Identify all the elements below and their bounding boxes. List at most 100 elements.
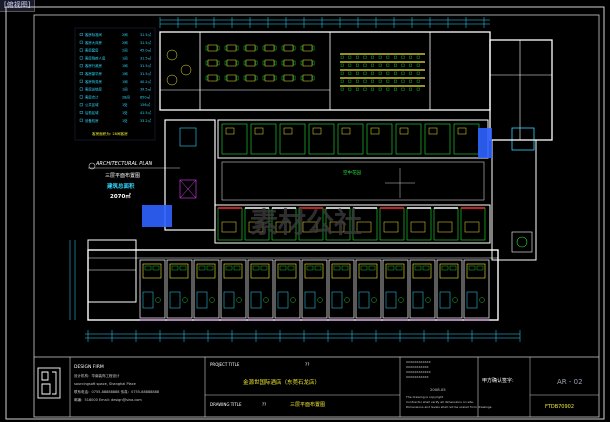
chair: [182, 297, 188, 303]
legend-row-count: 1间: [122, 55, 128, 60]
legend-swatch: [79, 87, 83, 91]
chair: [452, 297, 458, 303]
legend-row-area: 40.2㎡: [140, 79, 152, 84]
legend-swatch: [79, 110, 83, 114]
left-dimension-chain: [69, 240, 76, 320]
pillow: [206, 265, 214, 271]
chair: [255, 45, 258, 51]
area-legend: 客房标准间 2间 31.5㎡客房大床房 2间 31.5㎡客房套房 2间 45.0㎡客房残疾人…: [74, 27, 156, 141]
seat: [386, 71, 390, 75]
dining-table: [283, 59, 294, 67]
fixture: [341, 127, 351, 135]
chair: [224, 75, 227, 81]
watermark: 素材公社: [250, 206, 362, 239]
corridor-room: [217, 207, 243, 241]
seat: [348, 55, 352, 59]
chair: [293, 75, 296, 81]
seat: [386, 79, 390, 83]
chair: [243, 45, 246, 51]
seat: [401, 63, 405, 67]
chair: [224, 45, 227, 51]
legend-row-count: 1间: [122, 79, 128, 84]
seat: [416, 71, 420, 75]
dining-table: [283, 44, 294, 52]
bed: [437, 221, 453, 233]
seat: [371, 55, 374, 59]
legend-row-count: 1处: [122, 102, 128, 107]
seat: [348, 79, 352, 83]
bed: [410, 221, 426, 233]
dining-table: [207, 74, 218, 82]
pillow: [198, 265, 206, 271]
east-wing: [489, 39, 553, 261]
legend-row-name: 客房套房: [85, 48, 99, 53]
chair: [281, 75, 284, 81]
middle-service-band: [217, 119, 489, 159]
chair: [290, 297, 296, 303]
atrium-label: 空中花园: [343, 169, 361, 176]
chair: [262, 60, 265, 66]
drawing-number: FTDB70902: [545, 404, 574, 410]
pillow: [252, 265, 260, 271]
chair: [317, 297, 323, 303]
legend-row-count: 1处: [122, 110, 128, 115]
chair: [217, 45, 220, 51]
pillow: [387, 265, 395, 271]
dining-table: [264, 59, 275, 67]
seat: [348, 63, 352, 67]
seat: [340, 87, 344, 91]
legend-row-area: 39.5㎡: [140, 87, 152, 92]
seat: [394, 87, 397, 91]
design-firm-line: 联系电话：0755-88888888 传真：0755-88888888: [74, 389, 159, 394]
cad-drawing-canvas[interactable]: 客房标准间 2间 31.5㎡客房大床房 2间 31.5㎡客房套房 2间 45.0㎡客房残疾人…: [0, 0, 610, 422]
seat: [378, 63, 382, 67]
seat: [340, 55, 344, 59]
seat: [394, 55, 397, 59]
bottom-dimension-ticks: [87, 330, 521, 342]
pillow: [279, 265, 287, 271]
legend-swatch: [79, 48, 83, 52]
bathroom: [250, 291, 262, 309]
bathroom: [169, 291, 181, 309]
chair: [205, 60, 208, 66]
seat: [401, 55, 405, 59]
corridor-room: [433, 207, 459, 241]
seat: [356, 55, 359, 59]
legend-swatch: [79, 64, 83, 68]
title-block: DESIGN FIRM 设计机构：华南装饰工程设计 sourcingsoft sp…: [37, 357, 599, 417]
legend-swatch: [79, 71, 83, 75]
legend-row-area: 31.5㎡: [140, 40, 152, 45]
seat: [386, 55, 390, 59]
seat: [378, 79, 382, 83]
chair: [236, 45, 239, 51]
seat: [356, 71, 359, 75]
bathroom: [304, 291, 316, 309]
seat: [340, 79, 344, 83]
design-firm-line: sourcingsoft space, Shanghai Place: [74, 382, 136, 386]
seat: [416, 79, 420, 83]
atrium: 空中花园: [221, 161, 485, 201]
legend-row-area: 45.0㎡: [140, 48, 152, 53]
plan-chinese-title: 三层平面布置图: [105, 172, 140, 179]
seat: [409, 63, 412, 67]
title-block-note: XXXXXXXXXXX: [406, 365, 429, 369]
dining-table: [245, 44, 256, 52]
drawing-title: 三层平面布置图: [290, 401, 325, 408]
corridor-room: [460, 207, 486, 241]
legend-row-area: 850㎡: [140, 94, 150, 99]
south-guest-wing: [87, 249, 499, 321]
bathroom: [223, 291, 235, 309]
seat: [340, 71, 344, 75]
seat: [363, 87, 367, 91]
chair: [274, 60, 277, 66]
legend-swatch: [79, 95, 83, 99]
chair: [263, 297, 269, 303]
fixture: [312, 127, 322, 135]
chair: [293, 60, 296, 66]
legend-swatch: [79, 79, 83, 83]
chair: [205, 75, 208, 81]
seat: [371, 79, 374, 83]
legend-row-name: 后勤区域: [85, 110, 99, 115]
bathroom: [412, 291, 424, 309]
seat: [348, 71, 352, 75]
